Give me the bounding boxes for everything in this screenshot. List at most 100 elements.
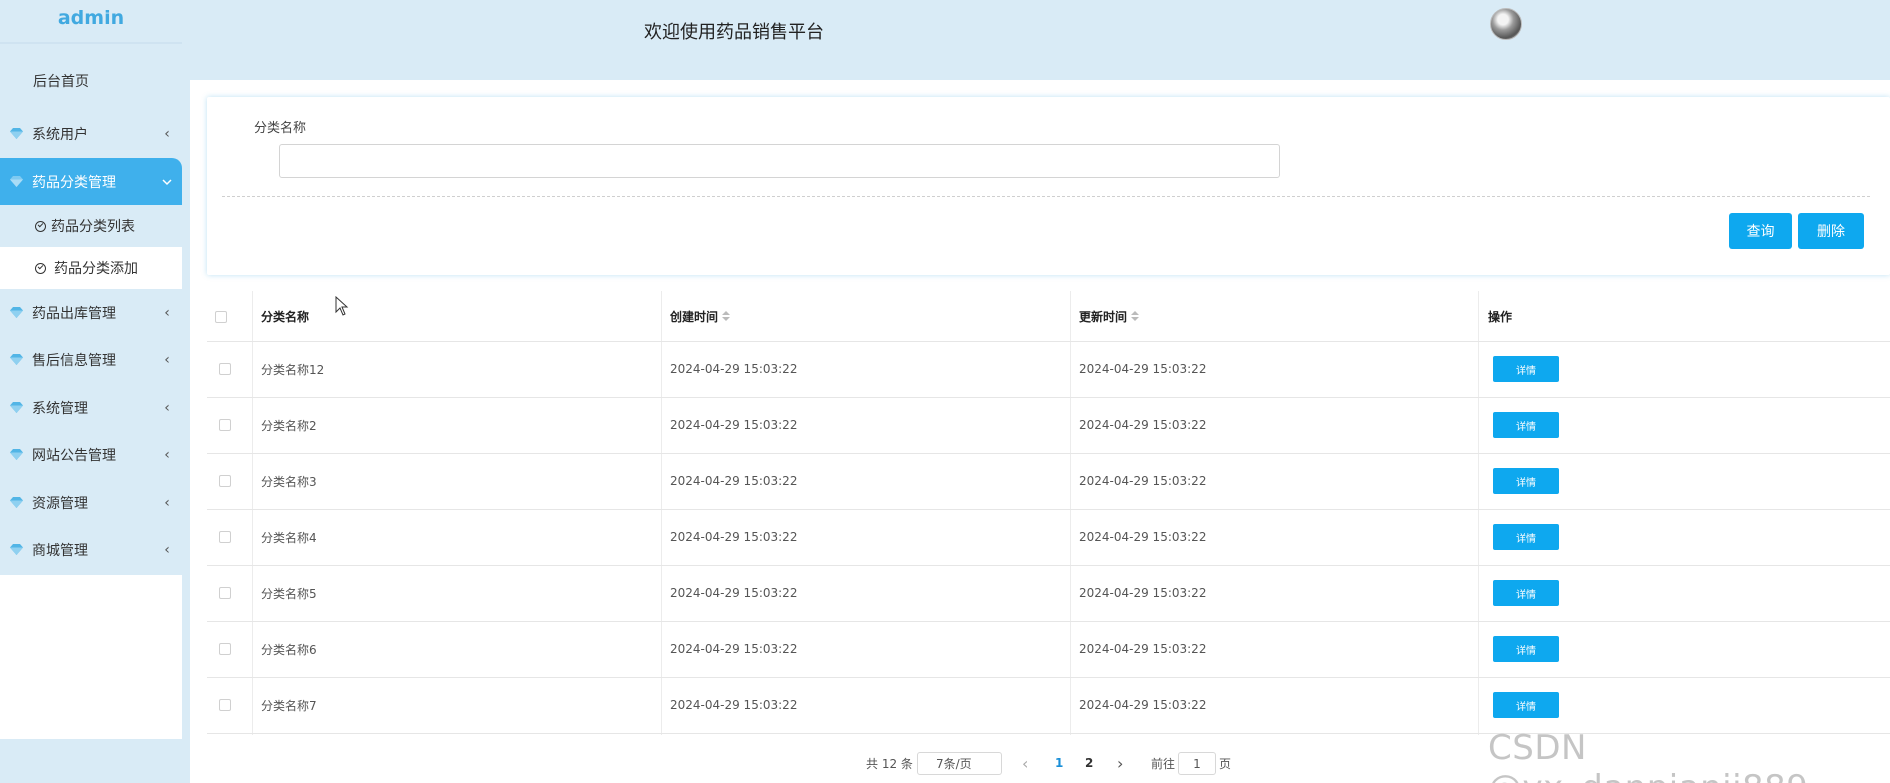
row-checkbox[interactable] [219, 587, 231, 599]
chevron-left-icon: ‹ [164, 494, 170, 511]
user-avatar[interactable] [1490, 8, 1522, 40]
cell-created-time: 2024-04-29 15:03:22 [670, 586, 798, 600]
sidebar-empty-area [0, 575, 182, 739]
row-checkbox[interactable] [219, 363, 231, 375]
goto-page-input[interactable] [1178, 752, 1216, 775]
detail-button[interactable]: 详情 [1493, 692, 1559, 718]
chevron-left-icon: ‹ [164, 125, 170, 142]
sidebar-item-label: 售后信息管理 [32, 352, 116, 369]
mouse-cursor-icon [335, 296, 349, 316]
sidebar-item-system-manage[interactable]: 系统管理 ‹ [0, 384, 182, 431]
watermark: CSDN @vx_danpianji889 [1488, 728, 1808, 783]
top-header [0, 0, 1890, 80]
goto-label: 前往 [1151, 756, 1176, 771]
page-size-select[interactable]: 7条/页 [917, 752, 1002, 775]
delete-button[interactable]: 删除 [1798, 213, 1864, 249]
row-checkbox[interactable] [219, 475, 231, 487]
column-divider [661, 291, 662, 735]
cell-updated-time: 2024-04-29 15:03:22 [1079, 362, 1207, 376]
row-checkbox[interactable] [219, 531, 231, 543]
row-divider [207, 341, 1890, 342]
sidebar-item-mall[interactable]: 商城管理 ‹ [0, 526, 182, 573]
cell-created-time: 2024-04-29 15:03:22 [670, 530, 798, 544]
column-header-label: 更新时间 [1079, 309, 1128, 324]
row-divider [207, 453, 1890, 454]
sidebar-item-announcements[interactable]: 网站公告管理 ‹ [0, 431, 182, 478]
diamond-icon [10, 402, 23, 413]
sidebar-subitem-category-list[interactable]: 药品分类列表 [0, 205, 182, 247]
page-number-2[interactable]: 2 [1085, 751, 1093, 775]
cell-category-name: 分类名称2 [261, 418, 317, 433]
sidebar-item-home[interactable]: 后台首页 [0, 57, 182, 104]
cell-updated-time: 2024-04-29 15:03:22 [1079, 698, 1207, 712]
cell-updated-time: 2024-04-29 15:03:22 [1079, 474, 1207, 488]
sidebar-item-label: 系统管理 [32, 400, 88, 417]
column-divider [1070, 291, 1071, 735]
cell-created-time: 2024-04-29 15:03:22 [670, 418, 798, 432]
row-divider [207, 621, 1890, 622]
column-header-created[interactable]: 创建时间 [670, 291, 731, 341]
column-divider [252, 291, 253, 735]
detail-button[interactable]: 详情 [1493, 524, 1559, 550]
column-divider [1478, 291, 1479, 735]
sidebar-subitem-label: 药品分类列表 [51, 219, 135, 235]
cell-updated-time: 2024-04-29 15:03:22 [1079, 530, 1207, 544]
pagination-total: 共 12 条 [866, 756, 913, 771]
select-all-checkbox[interactable] [215, 311, 227, 323]
sidebar-item-label: 药品出库管理 [32, 305, 116, 322]
cell-category-name: 分类名称5 [261, 586, 317, 601]
prev-page-icon[interactable]: ‹ [1022, 751, 1028, 775]
row-checkbox[interactable] [219, 699, 231, 711]
chevron-left-icon: ‹ [164, 399, 170, 416]
sidebar-item-label: 商城管理 [32, 542, 88, 559]
chevron-left-icon: ‹ [164, 304, 170, 321]
row-checkbox[interactable] [219, 419, 231, 431]
sidebar-item-drug-outbound[interactable]: 药品出库管理 ‹ [0, 289, 182, 336]
diamond-icon [10, 176, 23, 187]
diamond-icon [10, 128, 23, 139]
check-circle-icon [35, 220, 46, 232]
sidebar-item-drug-category[interactable]: 药品分类管理 [0, 158, 182, 205]
row-checkbox[interactable] [219, 643, 231, 655]
sort-icon[interactable] [1131, 311, 1140, 321]
sidebar-subitem-category-add[interactable]: 药品分类添加 [0, 247, 182, 289]
search-label: 分类名称 [254, 121, 307, 136]
detail-button[interactable]: 详情 [1493, 636, 1559, 662]
search-panel [207, 97, 1890, 275]
data-table [207, 291, 1890, 735]
column-header-actions: 操作 [1488, 309, 1513, 324]
sort-icon[interactable] [722, 311, 731, 321]
query-button[interactable]: 查询 [1729, 213, 1792, 249]
detail-button[interactable]: 详情 [1493, 468, 1559, 494]
column-header-updated[interactable]: 更新时间 [1079, 291, 1140, 341]
diamond-icon [10, 307, 23, 318]
cell-category-name: 分类名称3 [261, 474, 317, 489]
sidebar-item-resources[interactable]: 资源管理 ‹ [0, 479, 182, 526]
sidebar-subitem-label: 药品分类添加 [54, 261, 138, 277]
sidebar-item-label: 系统用户 [32, 126, 88, 143]
row-divider [207, 677, 1890, 678]
detail-button[interactable]: 详情 [1493, 356, 1559, 382]
diamond-icon [10, 544, 23, 555]
brand-logo: admin [0, 0, 182, 44]
detail-button[interactable]: 详情 [1493, 580, 1559, 606]
diamond-icon [10, 449, 23, 460]
row-divider [207, 397, 1890, 398]
detail-button[interactable]: 详情 [1493, 412, 1559, 438]
cell-category-name: 分类名称7 [261, 698, 317, 713]
cell-updated-time: 2024-04-29 15:03:22 [1079, 586, 1207, 600]
cell-category-name: 分类名称6 [261, 642, 317, 657]
column-header-name[interactable]: 分类名称 [261, 291, 309, 341]
category-name-input[interactable] [279, 144, 1280, 178]
column-header-label: 创建时间 [670, 309, 719, 324]
page-number-1[interactable]: 1 [1055, 751, 1063, 775]
cell-created-time: 2024-04-29 15:03:22 [670, 474, 798, 488]
chevron-left-icon: ‹ [164, 541, 170, 558]
check-circle-icon [35, 262, 46, 274]
page-title: 欢迎使用药品销售平台 [644, 22, 824, 43]
cell-created-time: 2024-04-29 15:03:22 [670, 698, 798, 712]
sidebar-item-label: 网站公告管理 [32, 447, 116, 464]
sidebar-item-after-sales[interactable]: 售后信息管理 ‹ [0, 336, 182, 383]
next-page-icon[interactable]: › [1117, 751, 1123, 775]
sidebar-item-system-users[interactable]: 系统用户 ‹ [0, 110, 182, 157]
